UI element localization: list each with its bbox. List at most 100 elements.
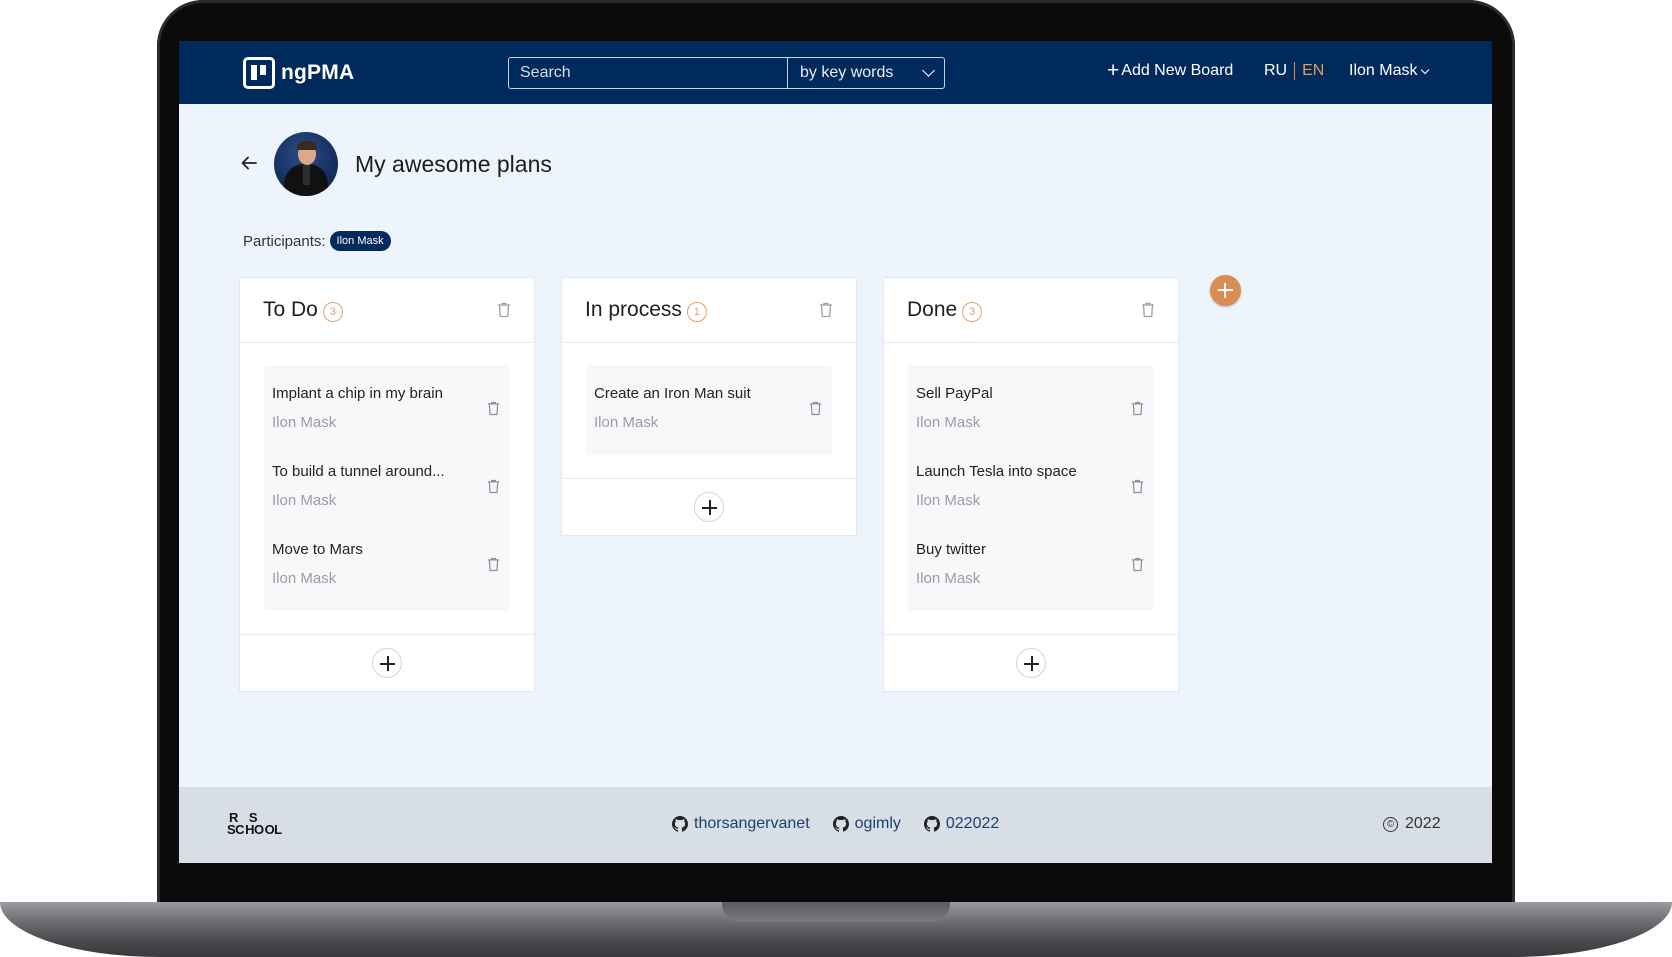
top-navbar: ngPMA by key words + Add New Board RU EN… xyxy=(179,41,1492,104)
search-bar: by key words xyxy=(508,57,945,89)
column-footer xyxy=(562,479,856,535)
user-name: Ilon Mask xyxy=(1349,62,1418,79)
task-title: Buy twitter xyxy=(916,541,987,558)
task-list: Create an Iron Man suit Ilon Mask xyxy=(586,365,832,455)
task-card[interactable]: Implant a chip in my brain Ilon Mask xyxy=(264,371,510,449)
footer: RS SC HO OL thorsangervanet ogimly 022022 … xyxy=(179,787,1492,863)
task-title: Sell PayPal xyxy=(916,385,993,402)
search-input[interactable] xyxy=(509,58,787,88)
participants: Participants: Ilon Mask xyxy=(243,231,391,251)
task-author: Ilon Mask xyxy=(916,570,981,587)
github-icon xyxy=(672,816,688,832)
logo-text: ngPMA xyxy=(281,61,355,84)
github-icon xyxy=(832,816,849,832)
column-to-do: To Do 3 Implant a chip in my brain Ilon … xyxy=(239,277,535,692)
task-title: Launch Tesla into space xyxy=(916,463,1077,480)
trash-icon[interactable] xyxy=(1141,302,1155,318)
add-board-label: Add New Board xyxy=(1121,62,1234,79)
laptop-notch xyxy=(722,902,950,922)
task-count-badge: 3 xyxy=(322,302,343,322)
task-title: Implant a chip in my brain xyxy=(272,385,443,402)
column-title[interactable]: Done 3 xyxy=(907,298,983,322)
github-icon xyxy=(923,816,940,832)
column-body: Create an Iron Man suit Ilon Mask xyxy=(562,343,856,479)
trash-icon[interactable] xyxy=(1131,401,1144,416)
language-switcher: RU EN xyxy=(1264,62,1324,80)
task-count-badge: 3 xyxy=(962,302,983,322)
task-card[interactable]: Create an Iron Man suit Ilon Mask xyxy=(586,371,832,449)
participants-label: Participants: xyxy=(243,232,326,250)
task-card[interactable]: Launch Tesla into space Ilon Mask xyxy=(908,449,1154,527)
column-title-text: Done xyxy=(907,298,958,321)
column-header: To Do 3 xyxy=(240,278,534,343)
copyright-year: 2022 xyxy=(1405,815,1441,832)
task-author: Ilon Mask xyxy=(272,492,337,509)
task-author: Ilon Mask xyxy=(272,570,337,587)
participant-chip[interactable]: Ilon Mask xyxy=(329,231,391,251)
column-footer xyxy=(240,635,534,691)
column-in-process: In process 1 Create an Iron Man suit Ilo… xyxy=(561,277,857,536)
task-title: Create an Iron Man suit xyxy=(594,385,751,402)
github-username: 022022 xyxy=(945,815,1000,832)
column-body: Sell PayPal Ilon Mask Launch Tesla into … xyxy=(884,343,1178,635)
column-title[interactable]: In process 1 xyxy=(585,298,707,322)
trash-icon[interactable] xyxy=(497,302,511,318)
task-author: Ilon Mask xyxy=(916,414,981,431)
add-column-button[interactable] xyxy=(1210,275,1241,306)
column-body: Implant a chip in my brain Ilon Mask To … xyxy=(240,343,534,635)
trash-icon[interactable] xyxy=(487,557,500,572)
lang-en-button[interactable]: EN xyxy=(1295,62,1324,80)
github-link[interactable]: 022022 xyxy=(923,815,1000,833)
app-logo[interactable]: ngPMA xyxy=(243,57,354,89)
task-list: Implant a chip in my brain Ilon Mask To … xyxy=(264,365,510,611)
trash-icon[interactable] xyxy=(1131,557,1144,572)
app-screen: ngPMA by key words + Add New Board RU EN… xyxy=(179,41,1492,863)
task-count-badge: 1 xyxy=(686,302,707,322)
column-footer xyxy=(884,635,1178,691)
copyright: © 2022 xyxy=(1383,815,1441,833)
board-logo-icon xyxy=(243,57,275,89)
task-author: Ilon Mask xyxy=(916,492,981,509)
copyright-icon: © xyxy=(1383,816,1398,832)
add-new-board-button[interactable]: + Add New Board xyxy=(1107,59,1234,82)
column-title-text: To Do xyxy=(263,298,318,321)
task-title: Move to Mars xyxy=(272,541,363,558)
github-link[interactable]: thorsangervanet xyxy=(672,815,810,833)
task-card[interactable]: Sell PayPal Ilon Mask xyxy=(908,371,1154,449)
task-card[interactable]: Buy twitter Ilon Mask xyxy=(908,527,1154,605)
task-title: To build a tunnel around... xyxy=(272,463,445,480)
search-mode-select[interactable]: by key words xyxy=(787,58,944,88)
column-header: In process 1 xyxy=(562,278,856,343)
add-task-button[interactable] xyxy=(372,648,402,678)
board-title: My awesome plans xyxy=(355,151,552,177)
arrow-left-icon[interactable] xyxy=(240,154,258,172)
add-task-button[interactable] xyxy=(694,492,724,522)
rs-school-logo[interactable]: RS SC HO OL xyxy=(227,811,297,842)
trash-icon[interactable] xyxy=(1131,479,1144,494)
board-owner-avatar xyxy=(274,132,338,196)
chevron-down-icon xyxy=(1421,65,1430,74)
github-link[interactable]: ogimly xyxy=(832,815,901,833)
search-mode-value: by key words xyxy=(800,64,894,81)
column-header: Done 3 xyxy=(884,278,1178,343)
author-links: thorsangervanet ogimly 022022 xyxy=(672,815,999,833)
task-author: Ilon Mask xyxy=(594,414,659,431)
task-card[interactable]: To build a tunnel around... Ilon Mask xyxy=(264,449,510,527)
plus-icon: + xyxy=(1107,59,1120,82)
user-menu[interactable]: Ilon Mask xyxy=(1349,62,1430,80)
task-list: Sell PayPal Ilon Mask Launch Tesla into … xyxy=(908,365,1154,611)
add-task-button[interactable] xyxy=(1016,648,1046,678)
github-username: thorsangervanet xyxy=(694,815,810,832)
trash-icon[interactable] xyxy=(487,401,500,416)
trash-icon[interactable] xyxy=(487,479,500,494)
column-done: Done 3 Sell PayPal Ilon Mask Launch Tesl… xyxy=(883,277,1179,692)
trash-icon[interactable] xyxy=(819,302,833,318)
github-username: ogimly xyxy=(854,815,901,832)
task-card[interactable]: Move to Mars Ilon Mask xyxy=(264,527,510,605)
trash-icon[interactable] xyxy=(809,401,822,416)
column-title-text: In process xyxy=(585,298,682,321)
chevron-down-icon xyxy=(922,64,935,77)
task-author: Ilon Mask xyxy=(272,414,337,431)
column-title[interactable]: To Do 3 xyxy=(263,298,343,322)
lang-ru-button[interactable]: RU xyxy=(1264,62,1296,80)
